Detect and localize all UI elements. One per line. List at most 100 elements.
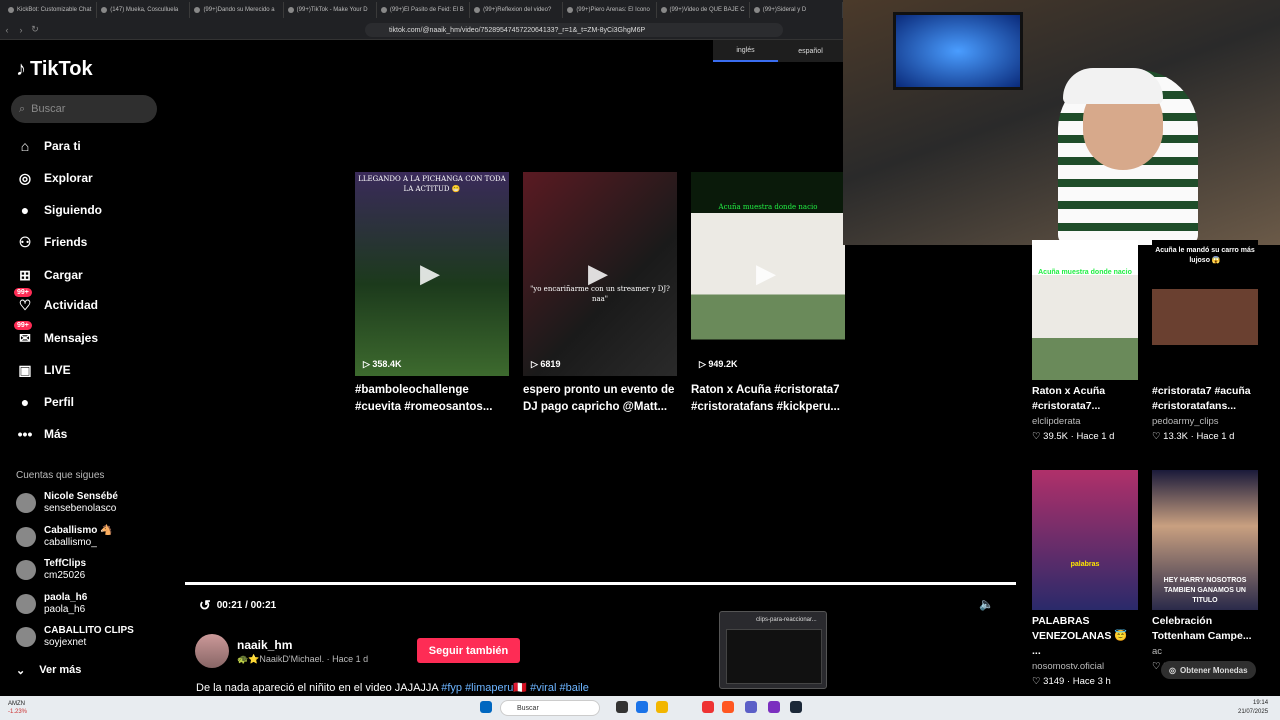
recommended-user[interactable]: ac (1152, 646, 1258, 657)
recommended-caption: Acuña le mandó su carro más lujoso 😱 (1155, 247, 1255, 264)
browser-tab[interactable]: (99+)El Pasito de Feid: El B (377, 2, 471, 18)
browser-tab[interactable]: (147) Mueka, Cosculluela (97, 2, 191, 18)
video-card[interactable]: "yo encariñarme con un streamer y DJ? na… (523, 172, 677, 416)
brave-icon[interactable] (722, 701, 734, 713)
video-title[interactable]: Raton x Acuña #cristorata7 #cristoratafa… (691, 382, 845, 416)
recommended-title[interactable]: Celebración Tottenham Campe... (1152, 614, 1258, 644)
recommended-video[interactable]: HEY HARRY NOSOTROS TAMBIEN GANAMOS UN TI… (1152, 470, 1258, 672)
video-progress-bar[interactable] (185, 582, 1016, 585)
recommended-user[interactable]: elclipderata (1032, 416, 1138, 427)
recommended-video[interactable]: Acuña muestra donde nacio Raton x Acuña #… (1032, 240, 1138, 442)
recommended-user[interactable]: nosomostv.oficial (1032, 661, 1138, 672)
popup-thumbnail (726, 629, 822, 684)
nav-item-explorar[interactable]: ◎ Explorar (16, 169, 93, 187)
nav-item-live[interactable]: ▣ LIVE (16, 361, 70, 379)
nav-item-friends[interactable]: ⚇ Friends (16, 233, 88, 251)
forward-icon[interactable]: › (14, 25, 28, 35)
volume-icon[interactable]: 🔈 (979, 597, 994, 611)
browser-tab[interactable]: (99+)Piero Arenas: El Icono (563, 2, 657, 18)
account-handle: cm25026 (44, 570, 86, 581)
following-account[interactable]: Caballismo 🐴 caballismo_ (16, 525, 113, 549)
recommended-user[interactable]: pedoarmy_clips (1152, 416, 1258, 427)
chrome-icon[interactable] (702, 701, 714, 713)
browser-tab[interactable]: (99+)TikTok - Make Your D (284, 2, 377, 18)
stock-name: AMZN (8, 701, 25, 707)
recommended-thumbnail[interactable]: palabras (1032, 470, 1138, 610)
recommended-thumbnail[interactable]: Acuña muestra donde nacio (1032, 240, 1138, 380)
follow-button[interactable]: Seguir también (417, 638, 520, 663)
author-avatar[interactable] (195, 634, 229, 668)
author-username[interactable]: naaik_hm (237, 638, 368, 652)
browser-tab[interactable]: (99+)Dando su Merecido a (190, 2, 284, 18)
view-count: ▷ 358.4K (363, 359, 401, 370)
video-thumbnail[interactable]: "yo encariñarme con un streamer y DJ? na… (523, 172, 677, 376)
nav-label: Explorar (44, 171, 93, 185)
following-account[interactable]: CABALLITO CLIPS soyjexnet (16, 625, 134, 649)
task-view-icon[interactable] (616, 701, 628, 713)
tiktok-logo[interactable]: ♪ TikTok (16, 58, 93, 81)
teams-icon[interactable] (745, 701, 757, 713)
stock-widget[interactable]: AMZN -1.23% (8, 700, 27, 716)
browser-tab[interactable]: (99+)Reflexion del video? (470, 2, 564, 18)
taskbar-search[interactable]: Buscar (500, 700, 600, 716)
account-name: Caballismo 🐴 (44, 525, 113, 536)
recommended-thumbnail[interactable]: Acuña le mandó su carro más lujoso 😱 (1152, 240, 1258, 380)
discord-icon[interactable] (768, 701, 780, 713)
edge-icon[interactable] (636, 701, 648, 713)
url-field[interactable]: tiktok.com/@naaik_hm/video/7528954745722… (365, 23, 783, 37)
following-account[interactable]: TeffClips cm25026 (16, 558, 86, 582)
play-icon: ▶ (756, 258, 776, 288)
recommended-title[interactable]: Raton x Acuña #cristorata7... (1032, 384, 1138, 414)
thumbnail-caption: Acuña muestra donde nacio (718, 203, 818, 211)
nav-item-cargar[interactable]: ⊞ Cargar (16, 266, 83, 284)
recommended-title[interactable]: #cristorata7 #acuña #cristoratafans... (1152, 384, 1258, 414)
browser-tab[interactable]: (99+)Video de QUE BAJE C (657, 2, 750, 18)
nav-item-perfil[interactable]: ● Perfil (16, 393, 74, 411)
recommended-video[interactable]: Acuña le mandó su carro más lujoso 😱 #cri… (1152, 240, 1258, 442)
file-explorer-icon[interactable] (656, 701, 668, 713)
windows-start-icon[interactable] (480, 701, 492, 713)
views-text: 949.2K (708, 359, 738, 369)
video-thumbnail[interactable]: LLEGANDO A LA PICHANGA CON TODA LA ACTIT… (355, 172, 509, 376)
recommended-stats: ♡ 3149 · Hace 3 h (1032, 676, 1111, 687)
avatar (16, 627, 36, 647)
video-title[interactable]: espero pronto un evento de DJ pago capri… (523, 382, 677, 416)
taskbar-preview-popup[interactable]: clips-para-reaccionar... (719, 611, 827, 689)
live-icon-glyph: ▣ (18, 361, 32, 378)
browser-tab[interactable]: KickBot: Customizable Chat (4, 2, 98, 18)
following-account[interactable]: Nicole Sensébé sensebenolasco (16, 491, 118, 515)
description-hashtags[interactable]: #fyp #limaperu🇵🇪 #viral #baile (441, 682, 589, 694)
replay-icon[interactable]: ↺ (199, 597, 211, 614)
notification-badge: 99+ (14, 321, 32, 330)
video-card[interactable]: Acuña muestra donde nacio ▶ ▷ 949.2K Raton … (691, 172, 845, 416)
account-name: CABALLITO CLIPS (44, 625, 134, 636)
video-card[interactable]: LLEGANDO A LA PICHANGA CON TODA LA ACTIT… (355, 172, 509, 416)
nav-item-más[interactable]: ••• Más (16, 425, 68, 443)
nav-item-siguiendo[interactable]: ● Siguiendo (16, 201, 102, 219)
clock-time: 19:14 (1253, 700, 1269, 706)
tab-title: (99+)El Pasito de Feid: El B (389, 7, 464, 13)
reload-icon[interactable]: ↻ (28, 24, 42, 35)
recommended-title[interactable]: PALABRAS VENEZOLANAS 😇 ... (1032, 614, 1138, 659)
nav-item-mensajes[interactable]: 99+ ✉ Mensajes (14, 321, 98, 347)
steam-icon[interactable] (790, 701, 802, 713)
search-input[interactable]: ⌕ Buscar (11, 95, 157, 123)
recommended-video[interactable]: palabras PALABRAS VENEZOLANAS 😇 ... nosomo… (1032, 470, 1138, 687)
get-coins-button[interactable]: ◎ Obtener Monedas (1161, 661, 1256, 679)
tab-favicon-icon (753, 7, 760, 13)
browser-tab[interactable]: (99+)Sideral y D (750, 2, 843, 18)
nav-item-para-ti[interactable]: ⌂ Para ti (16, 137, 81, 155)
recommended-thumbnail[interactable]: HEY HARRY NOSOTROS TAMBIEN GANAMOS UN TI… (1152, 470, 1258, 610)
nav-item-actividad[interactable]: 99+ ♡ Actividad (14, 288, 98, 314)
recommended-caption: palabras (1070, 561, 1100, 568)
following-account[interactable]: paola_h6 paola_h6 (16, 592, 87, 616)
video-title[interactable]: #bamboleochallenge #cuevita #romeosantos… (355, 382, 509, 416)
activity-icon: 99+ ♡ (14, 288, 34, 314)
see-more-button[interactable]: ⌄ Ver más (16, 664, 81, 677)
avatar (16, 594, 36, 614)
browser-tab-bar: KickBot: Customizable Chat (147) Mueka, C… (0, 0, 843, 20)
taskbar-clock[interactable]: 19:14 21/07/2025 (1238, 699, 1268, 717)
video-thumbnail[interactable]: Acuña muestra donde nacio ▶ ▷ 949.2K (691, 172, 845, 376)
messages-icon: 99+ ✉ (14, 321, 34, 347)
back-icon[interactable]: ‹ (0, 25, 14, 35)
